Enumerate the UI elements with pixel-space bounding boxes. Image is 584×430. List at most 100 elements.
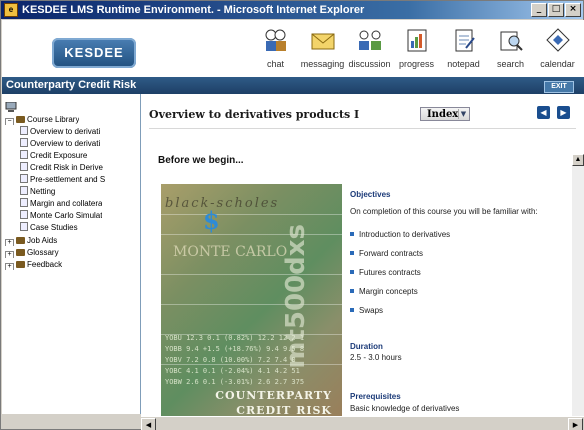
folder-icon	[16, 261, 25, 268]
tree-item-label: Pre-settlement and S	[30, 175, 106, 184]
scroll-left-arrow-icon[interactable]: ◀	[141, 418, 156, 430]
objectives-heading: Objectives	[350, 190, 391, 199]
page-icon	[20, 138, 28, 147]
lms-header: KESDEE chat messaging discussion progres…	[2, 20, 584, 77]
folder-icon	[16, 249, 25, 256]
lesson-title: Overview to derivatives products I	[149, 108, 360, 121]
nav-messaging-label: messaging	[300, 59, 345, 69]
nav-search-label: search	[496, 59, 524, 69]
window-title: KESDEE LMS Runtime Environment. - Micros…	[22, 4, 365, 16]
arrow-left-icon: ◀	[540, 108, 547, 117]
duration-heading: Duration	[350, 342, 383, 351]
course-title-bar: Counterparty Credit Risk EXIT	[2, 77, 584, 94]
exit-button[interactable]: EXIT	[544, 81, 574, 93]
objective-item: Swaps	[350, 306, 383, 315]
duration-value: 2.5 - 3.0 hours	[350, 353, 402, 362]
content-horizontal-scrollbar[interactable]: ◀ ▶	[141, 416, 584, 430]
ticker-line: YOBU 12.3 0.1 (0.82%) 12.2 12.2 1	[165, 334, 305, 342]
tree-item[interactable]: Overview to derivati	[20, 126, 100, 137]
nav-search[interactable]: search	[488, 22, 533, 69]
ticker-line: YOBV 7.2 0.8 (10.00%) 7.2 7.4 0	[165, 356, 296, 364]
art-text-monte-carlo: MONTE CARLO	[173, 244, 288, 260]
ticker-line: YOBW 2.6 0.1 (-3.01%) 2.6 2.7 375	[165, 378, 305, 386]
page-icon	[20, 222, 28, 231]
ie-icon: e	[4, 3, 18, 17]
title-bar: e KESDEE LMS Runtime Environment. - Micr…	[1, 1, 583, 19]
nav-discussion-label: discussion	[348, 59, 391, 69]
objective-text: Margin concepts	[359, 287, 418, 296]
tree-item[interactable]: Pre-settlement and S	[20, 174, 105, 185]
page-icon	[20, 210, 28, 219]
previous-button[interactable]: ◀	[537, 106, 550, 119]
tree-root-icon-row	[5, 102, 17, 113]
prerequisites-section: Prerequisites	[350, 392, 401, 401]
page-icon	[20, 126, 28, 135]
index-dropdown[interactable]: Index ▼	[420, 107, 470, 121]
nav-progress-label: progress	[398, 59, 434, 69]
objective-item: Introduction to derivatives	[350, 230, 450, 239]
index-label: Index	[427, 109, 459, 120]
objective-text: Swaps	[359, 306, 384, 315]
tree-folder-feedback[interactable]: + Feedback	[5, 259, 62, 270]
before-heading: Before we begin...	[158, 155, 244, 166]
calendar-icon	[545, 28, 570, 52]
nav-progress[interactable]: progress	[394, 22, 439, 69]
minimize-button[interactable]: _	[531, 3, 547, 17]
page-icon	[20, 162, 28, 171]
tree-folder-label: Job Aids	[27, 236, 58, 245]
tree-folder-job-aids[interactable]: + Job Aids	[5, 235, 57, 246]
course-title: Counterparty Credit Risk	[6, 79, 137, 91]
objective-item: Margin concepts	[350, 287, 418, 296]
collapse-icon[interactable]: −	[5, 118, 14, 125]
nav-notepad[interactable]: notepad	[441, 22, 486, 69]
maximize-button[interactable]: □	[548, 3, 564, 17]
tree-item-label: Case Studies	[30, 223, 78, 232]
chat-icon	[265, 29, 286, 51]
tree-item-label: Overview to derivati	[30, 139, 101, 148]
nav-discussion[interactable]: discussion	[347, 22, 392, 69]
divider	[149, 128, 576, 129]
tree-folder-glossary[interactable]: + Glossary	[5, 247, 59, 258]
expand-icon[interactable]: +	[5, 251, 14, 258]
art-text-black-scholes: black-scholes	[165, 196, 280, 211]
expand-icon[interactable]: +	[5, 263, 14, 270]
tree-item[interactable]: Netting	[20, 186, 55, 197]
nav-calendar[interactable]: calendar	[535, 22, 580, 69]
nav-notepad-label: notepad	[447, 59, 480, 69]
close-button[interactable]: ×	[565, 3, 581, 17]
expand-icon[interactable]: +	[5, 239, 14, 246]
page-icon	[20, 198, 28, 207]
page-icon	[20, 174, 28, 183]
tree-folder-label: Feedback	[27, 260, 63, 269]
nav-chat[interactable]: chat	[253, 22, 298, 69]
dollar-icon: $	[203, 206, 220, 235]
notepad-icon	[455, 29, 475, 52]
course-cover-image: black-scholes $ MONTE CARLO mt500dxs YOB…	[161, 184, 342, 420]
objective-text: Forward contracts	[359, 249, 424, 258]
arrow-right-icon: ▶	[560, 108, 567, 117]
art-text-counterparty: COUNTERPARTY	[215, 389, 332, 402]
next-button[interactable]: ▶	[557, 106, 570, 119]
objectives-intro: On completion of this course you will be…	[350, 207, 538, 216]
tree-item-label: Overview to derivati	[30, 127, 101, 136]
tree-item[interactable]: Monte Carlo Simulat	[20, 210, 102, 221]
computer-icon	[5, 102, 17, 112]
tree-item[interactable]: Credit Risk in Derive	[20, 162, 103, 173]
top-nav: chat messaging discussion progress notep…	[251, 22, 580, 69]
tree-item-label: Credit Exposure	[30, 151, 88, 160]
objective-item: Forward contracts	[350, 249, 423, 258]
tree-item[interactable]: Credit Exposure	[20, 150, 87, 161]
scroll-up-arrow-icon[interactable]: ▲	[572, 154, 584, 166]
tree-item[interactable]: Overview to derivati	[20, 138, 100, 149]
nav-messaging[interactable]: messaging	[300, 22, 345, 69]
tree-item[interactable]: Case Studies	[20, 222, 78, 233]
scroll-right-arrow-icon[interactable]: ▶	[568, 418, 583, 430]
tree-item[interactable]: Margin and collatera	[20, 198, 102, 209]
tree-item-label: Monte Carlo Simulat	[30, 211, 103, 220]
objective-text: Introduction to derivatives	[359, 230, 451, 239]
tree-root-label: Course Library	[27, 115, 80, 124]
tree-root-course-library[interactable]: − Course Library	[5, 114, 79, 125]
progress-icon	[407, 29, 426, 52]
browser-window: e KESDEE LMS Runtime Environment. - Micr…	[0, 0, 584, 430]
content-vertical-scrollbar[interactable]: ▲	[572, 154, 584, 430]
